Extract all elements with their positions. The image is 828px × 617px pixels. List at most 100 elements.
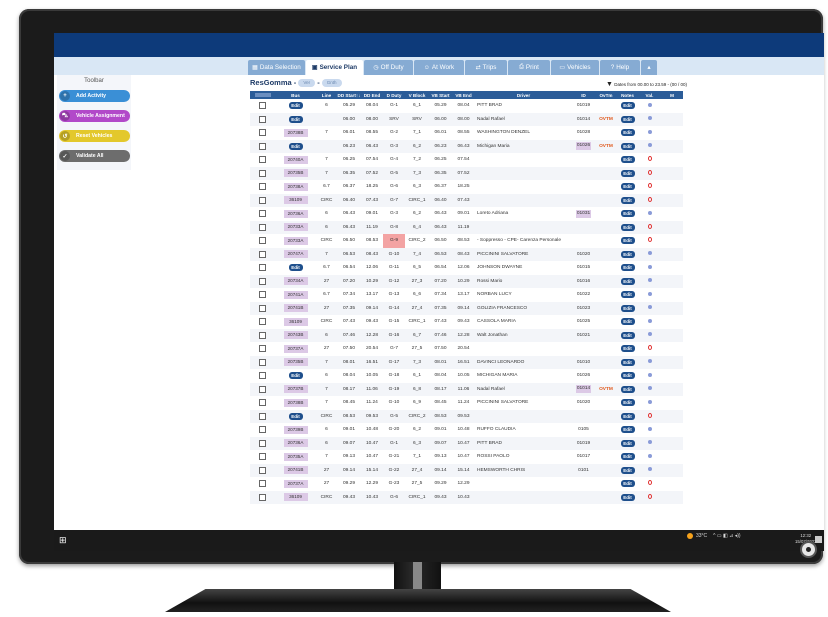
table-row[interactable]: Edit 6 08.04 10.05 G-18 6_1 08.04 10.05 MICHIGAN… [250,369,683,383]
edit-bus-button[interactable]: Edit [288,372,303,380]
table-row[interactable]: 20735A 7 09.13 10.47 G-21 7_1 09.13 10.47 ROSSI … [250,450,683,464]
row-checkbox[interactable] [259,318,266,326]
row-checkbox[interactable] [259,169,266,177]
row-checkbox[interactable] [259,331,266,339]
col-dd-start[interactable]: DD Start↑↓ [337,91,361,99]
tab-at-work[interactable]: ☺ At Work [414,60,464,75]
tab-trips[interactable]: ⇄ Trips [465,60,507,75]
table-row[interactable]: 36109 CIRC 09.43 10.43 G-6 CIRC_1 09.43 10.43 Ed… [250,490,683,504]
tab-more[interactable]: ▴ [641,60,657,75]
table-row[interactable]: Edit 6.7 06.54 12.06 G-11 6_5 06.54 12.06 JOHNSO… [250,261,683,275]
table-row[interactable]: 20734A 27 07.20 10.29 G-12 27_3 07.20 10.29 Ross… [250,274,683,288]
row-checkbox[interactable] [259,196,266,204]
col-bus[interactable]: Bus [275,91,316,99]
table-row[interactable]: 20733A CIRC 06.50 08.53 G-9 CIRC_2 06.50 08.53 -… [250,234,683,248]
table-row[interactable]: 20737B 7 08.17 11.06 G-19 6_8 08.17 11.06 Nadal … [250,382,683,396]
edit-notes-button[interactable]: Edit [620,358,635,366]
row-checkbox[interactable] [259,102,266,110]
tab-service-plan[interactable]: ▣ Service Plan [306,60,363,75]
edit-notes-button[interactable]: Edit [620,223,635,231]
edit-notes-button[interactable]: Edit [620,412,635,420]
edit-notes-button[interactable]: Edit [620,399,635,407]
validate-all-button[interactable]: ✓ Validate All [59,150,130,162]
row-checkbox[interactable] [259,223,266,231]
tab-print[interactable]: ⎙ Print [508,60,550,75]
col-dd-end[interactable]: DD End [361,91,383,99]
edit-notes-button[interactable]: Edit [620,102,635,110]
col-val[interactable]: Val. [638,91,661,99]
table-row[interactable]: 20735B 7 08.01 16.51 G-17 7_3 08.01 16.51 DAVINC… [250,355,683,369]
row-checkbox[interactable] [259,304,266,312]
table-row[interactable]: 20743B 6 07.46 12.28 G-16 6_7 07.46 12.28 Walt J… [250,328,683,342]
row-checkbox[interactable] [259,115,266,123]
table-row[interactable]: 20739B 6 09.01 10.48 G-20 6_2 09.01 10.48 RUFFO … [250,423,683,437]
row-checkbox[interactable] [259,142,266,150]
row-checkbox[interactable] [259,237,266,245]
col-vb-start[interactable]: VB Start [429,91,452,99]
edit-notes-button[interactable]: Edit [620,426,635,434]
edit-notes-button[interactable]: Edit [620,318,635,326]
table-row[interactable]: 20737A 27 07.50 20.54 G-7 27_5 07.50 20.54 Edit [250,342,683,356]
table-row[interactable]: 36109 CIRC 06.40 07.43 G-7 CIRC_1 06.40 07.43 Ed… [250,193,683,207]
row-checkbox[interactable] [259,156,266,164]
table-row[interactable]: 20741A 6.7 07.34 13.17 G-13 6_6 07.34 13.17 NORB… [250,288,683,302]
edit-notes-button[interactable]: Edit [620,237,635,245]
col-line[interactable]: Line [316,91,337,99]
table-row[interactable]: 20738A 6.7 06.37 18.25 G-6 6_3 06.37 18.25 Edit [250,180,683,194]
graph-pill[interactable]: Gnth [321,79,342,88]
edit-notes-button[interactable]: Edit [620,210,635,218]
row-checkbox[interactable] [259,129,266,137]
table-row[interactable]: 20737A 27 09.29 12.29 G-23 27_5 09.29 12.29 Edit [250,477,683,491]
edit-notes-button[interactable]: Edit [620,169,635,177]
edit-bus-button[interactable]: Edit [288,412,303,420]
edit-notes-button[interactable]: Edit [620,291,635,299]
windows-start-icon[interactable]: ⊞ [59,536,68,545]
edit-bus-button[interactable]: Edit [288,102,303,110]
col-driver[interactable]: Driver [475,91,572,99]
edit-bus-button[interactable]: Edit [288,264,303,272]
power-button-icon[interactable] [800,541,817,558]
row-checkbox[interactable] [259,250,266,258]
edit-notes-button[interactable]: Edit [620,250,635,258]
edit-notes-button[interactable]: Edit [620,372,635,380]
edit-notes-button[interactable]: Edit [620,156,635,164]
edit-notes-button[interactable]: Edit [620,493,635,501]
edit-notes-button[interactable]: Edit [620,142,635,150]
edit-notes-button[interactable]: Edit [620,439,635,447]
reset-vehicles-button[interactable]: ↺ Reset Vehicles [59,130,130,142]
edit-notes-button[interactable]: Edit [620,453,635,461]
edit-notes-button[interactable]: Edit [620,345,635,353]
table-row[interactable]: Edit 06.00 08.00 SRV SRV 06.00 08.00 Nadal Rafa… [250,112,683,126]
row-checkbox[interactable] [259,372,266,380]
row-checkbox[interactable] [259,412,266,420]
edit-notes-button[interactable]: Edit [620,196,635,204]
notification-icon[interactable] [815,536,822,543]
edit-notes-button[interactable]: Edit [620,480,635,488]
row-checkbox[interactable] [259,385,266,393]
table-row[interactable]: Edit CIRC 08.53 09.53 G-5 CIRC_2 08.53 09.53 Edi… [250,409,683,423]
table-row[interactable]: 20735B 7 06.35 07.52 G-5 7_3 06.35 07.52 Edit [250,166,683,180]
date-filter[interactable]: ▼ Dates from 00.00 to 23.59 - (00 / 00) [606,81,687,88]
table-row[interactable]: 20747A 7 06.53 08.43 G-10 7_4 06.53 08.43 PICCIN… [250,247,683,261]
row-checkbox[interactable] [259,264,266,272]
row-checkbox[interactable] [259,210,266,218]
table-row[interactable]: 20738B 7 08.45 11.24 G-10 6_9 08.45 11.24 PICCIN… [250,396,683,410]
col-notes[interactable]: Notes [617,91,638,99]
edit-bus-button[interactable]: Edit [288,115,303,123]
tab-off-duty[interactable]: ◷ Off Duty [364,60,413,75]
add-activity-button[interactable]: + Add Activity [59,90,130,102]
edit-notes-button[interactable]: Edit [620,264,635,272]
table-row[interactable]: Edit 06.23 06.43 G-3 6_2 06.23 06.43 Michigan M… [250,139,683,153]
table-row[interactable]: 20736A 6 09.07 10.47 G-1 6_3 09.07 10.47 PITT BR… [250,436,683,450]
table-row[interactable]: 20741B 27 07.35 09.14 G-14 27_4 07.35 09.14 GOLI… [250,301,683,315]
row-checkbox[interactable] [259,426,266,434]
table-row[interactable]: 20733A 6 06.43 11.19 G-8 6_4 06.43 11.19 Edit [250,220,683,234]
view-pill[interactable]: Ver [298,79,316,88]
row-checkbox[interactable] [259,493,266,501]
edit-notes-button[interactable]: Edit [620,277,635,285]
row-checkbox[interactable] [259,480,266,488]
edit-notes-button[interactable]: Edit [620,115,635,123]
tray-icons[interactable]: ^ ▭ ◧ ⊿ ◂)) [713,533,740,539]
row-checkbox[interactable] [259,439,266,447]
row-checkbox[interactable] [259,399,266,407]
